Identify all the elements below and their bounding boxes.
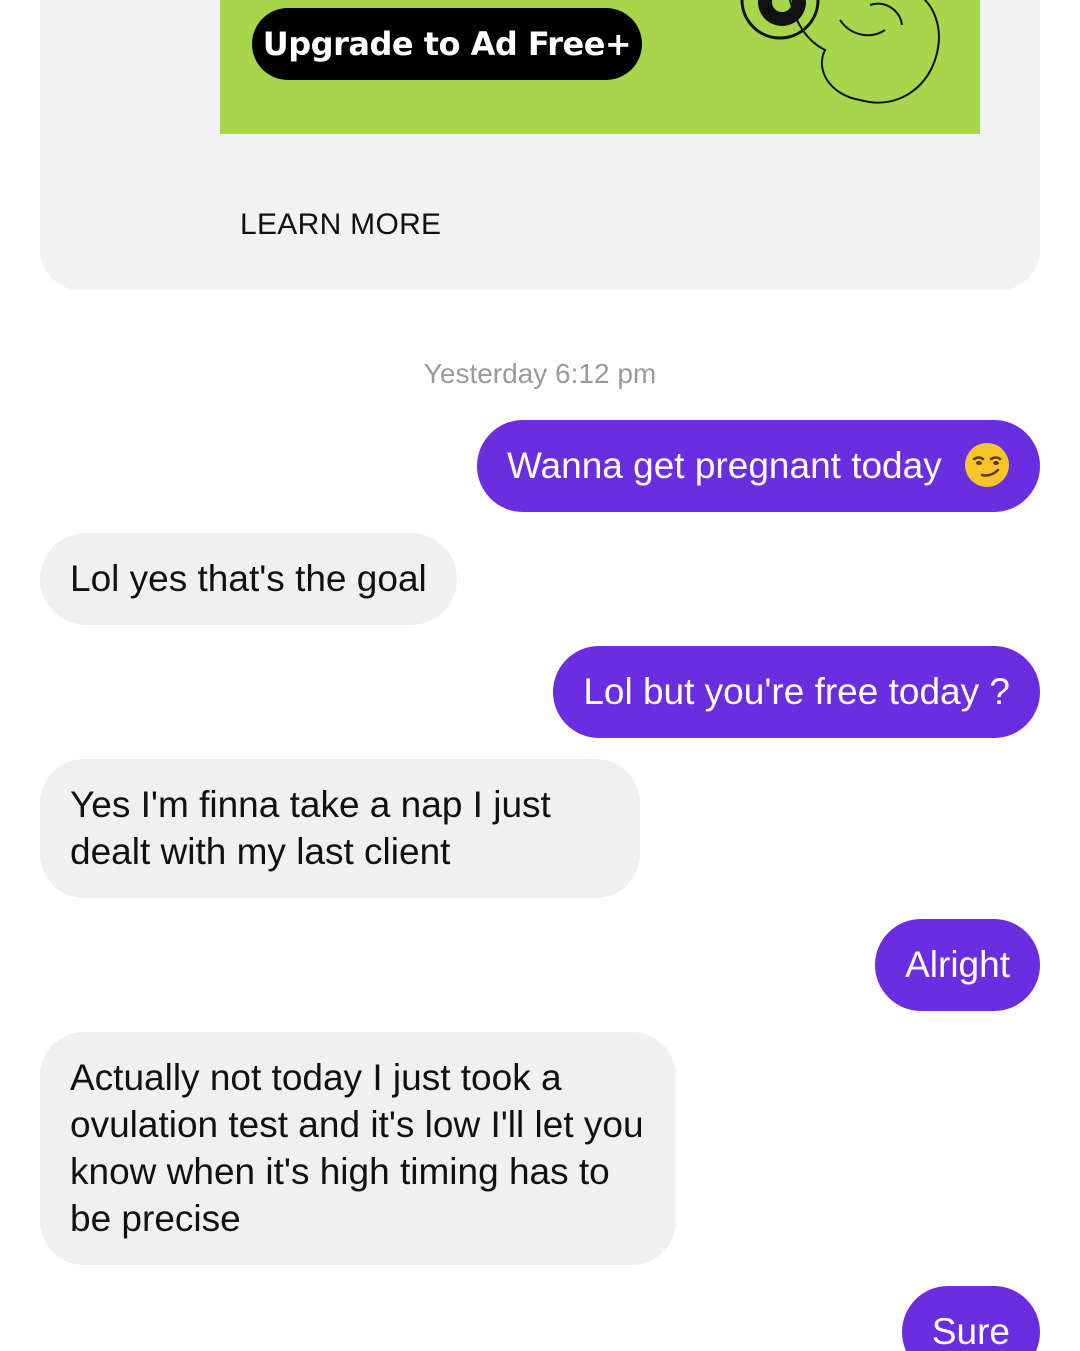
message-text: Actually not today I just took a ovulati… [70,1057,644,1239]
upgrade-ad-free-button[interactable]: Upgrade to Ad Free+ [252,8,642,80]
sent-message-bubble[interactable]: Alright [875,919,1040,1011]
message-timestamp: Yesterday 6:12 pm [423,358,657,389]
received-message-bubble[interactable]: Lol yes that's the goal [40,533,457,625]
message-text: Lol yes that's the goal [70,558,427,599]
ad-banner[interactable]: Upgrade to Ad Free+ [220,0,980,134]
sent-message-bubble[interactable]: Wanna get pregnant today [477,420,1040,512]
message-text: Sure [931,1311,1010,1351]
sponsored-ad-card[interactable]: Upgrade to Ad Free+ LEARN MORE [40,0,1040,290]
hand-pressing-button-icon [740,0,940,104]
chat-screen: Upgrade to Ad Free+ LEARN MORE Yesterday… [0,0,1080,1351]
received-message-bubble[interactable]: Actually not today I just took a ovulati… [40,1032,676,1265]
sent-message-bubble[interactable]: Sure [901,1286,1040,1351]
sent-message-bubble[interactable]: Lol but you're free today ? [553,646,1040,738]
smirking-face-icon [965,443,1009,488]
received-message-bubble[interactable]: Yes I'm finna take a nap I just dealt wi… [40,759,640,898]
message-text: Wanna get pregnant today [507,445,942,486]
learn-more-link[interactable]: LEARN MORE [240,208,441,242]
message-text: Lol but you're free today ? [583,671,1010,712]
message-text: Yes I'm finna take a nap I just dealt wi… [70,784,551,872]
message-text: Alright [905,944,1010,985]
